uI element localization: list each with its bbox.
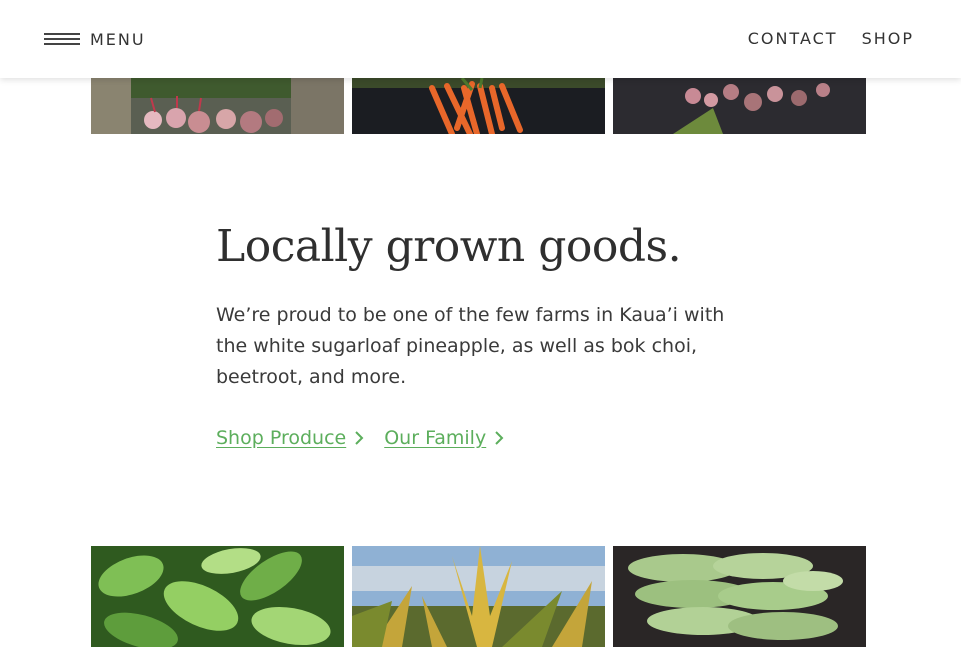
nav-link-contact[interactable]: CONTACT [748,29,838,48]
intro-paragraph: We’re proud to be one of the few farms i… [216,304,725,388]
photo-pineapple [352,546,605,647]
bottom-photo-row [91,546,868,647]
cta-links: Shop Produce Our Family [216,427,756,449]
intro-section: Locally grown goods. We’re proud to be o… [216,221,756,450]
shop-produce-link[interactable]: Shop Produce [216,427,364,449]
chevron-right-icon [355,431,364,445]
photo-radishes [613,78,866,134]
site-header: MENU CONTACT SHOP [0,0,961,78]
menu-label[interactable]: MENU [90,30,146,49]
shop-produce-label[interactable]: Shop Produce [216,427,346,449]
our-family-link[interactable]: Our Family [384,427,504,449]
photo-bananas [613,546,866,647]
menu-button[interactable]: MENU [44,28,146,50]
top-nav: CONTACT SHOP [748,29,914,48]
page-headline: Locally grown goods. [216,221,682,272]
top-photo-row [91,78,868,134]
nav-link-shop[interactable]: SHOP [862,29,914,48]
hamburger-icon[interactable] [44,31,80,47]
photo-beets [91,78,344,134]
photo-basil [91,546,344,647]
photo-carrots [352,78,605,134]
our-family-label[interactable]: Our Family [384,427,486,449]
chevron-right-icon [495,431,504,445]
